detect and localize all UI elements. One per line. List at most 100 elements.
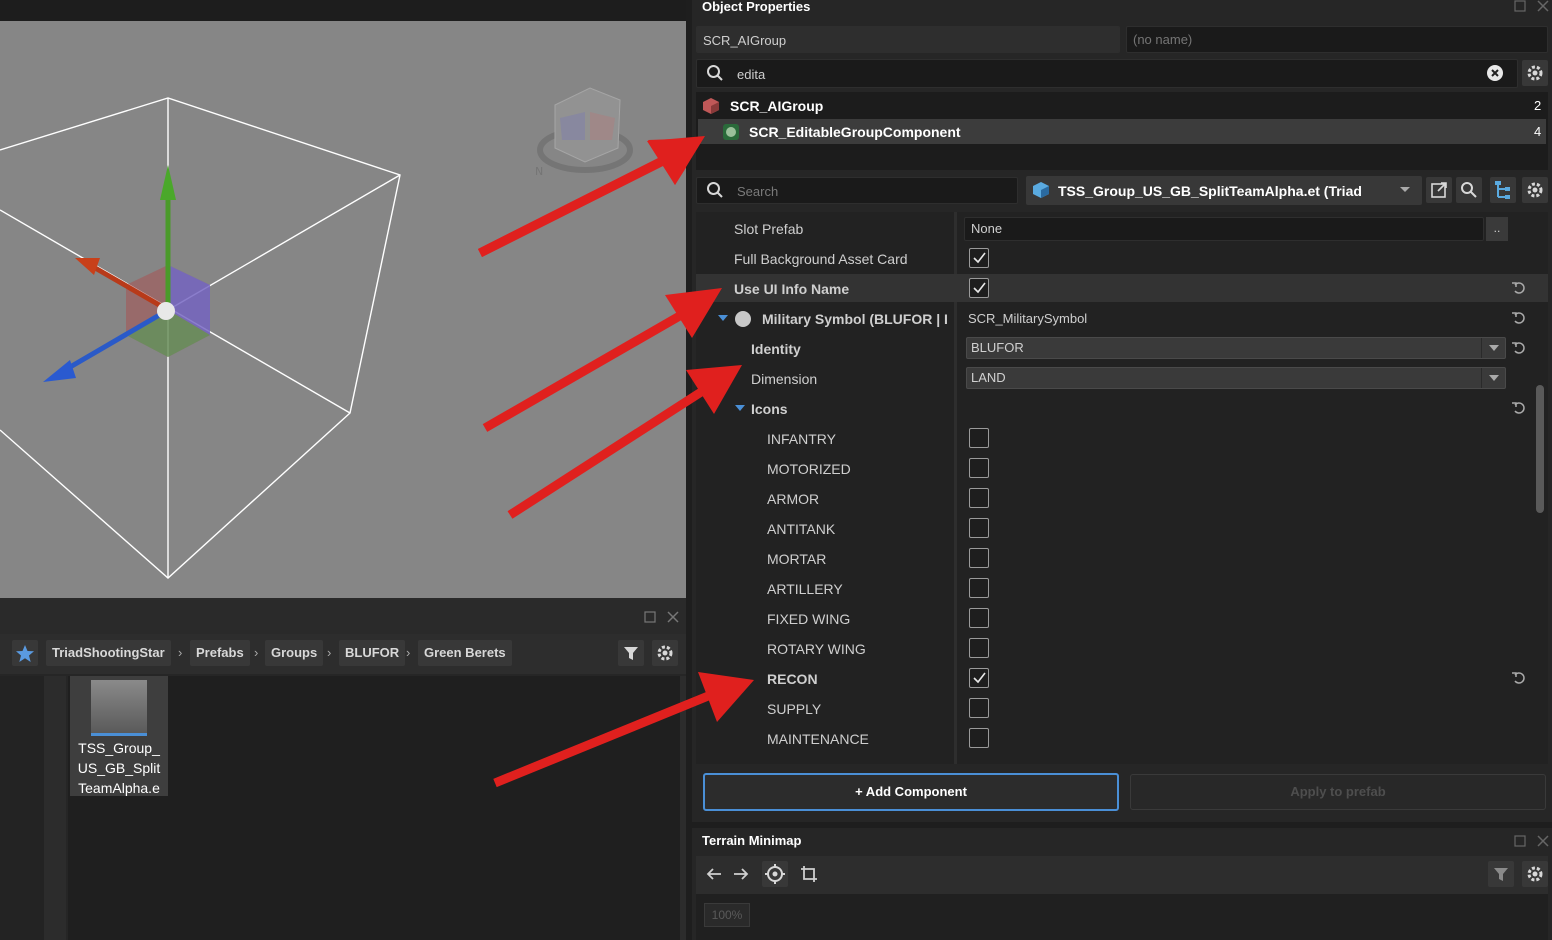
military-symbol-icon <box>735 311 751 327</box>
zoom-level: 100% <box>704 903 750 927</box>
hierarchy-row-entity[interactable]: SCR_AIGroup 2 <box>696 94 1548 118</box>
icon-flag-label: SUPPLY <box>767 701 822 717</box>
minimap-toolbar <box>696 856 1548 894</box>
icon-flag-checkbox[interactable] <box>969 458 989 478</box>
search-placeholder: Search <box>737 184 779 199</box>
clear-filter-icon[interactable] <box>1487 65 1503 81</box>
icon-flag-checkbox[interactable] <box>969 638 989 658</box>
use-ui-info-name-checkbox[interactable] <box>969 278 989 298</box>
icon-flag-label: MAINTENANCE <box>767 731 869 747</box>
breadcrumb-prefabs[interactable]: Prefabs <box>190 640 250 666</box>
minimap-title: Terrain Minimap <box>702 833 802 848</box>
breadcrumb-green-berets[interactable]: Green Berets <box>418 640 512 666</box>
folder-splitter[interactable] <box>44 676 66 940</box>
prefab-selector[interactable]: TSS_Group_US_GB_SplitTeamAlpha.et (Triad <box>1026 176 1422 205</box>
minimap-filter-button[interactable] <box>1488 861 1514 887</box>
panel-title: Object Properties <box>702 0 811 14</box>
icon-flag-checkbox[interactable] <box>969 668 989 688</box>
settings-button[interactable] <box>652 640 678 666</box>
breadcrumb-triadshootingstar[interactable]: TriadShootingStar <box>46 640 171 666</box>
center-button[interactable] <box>762 861 788 887</box>
property-label-full-background: Full Background Asset Card <box>734 251 908 267</box>
viewport-scene: N <box>0 87 686 579</box>
close-icon[interactable] <box>1537 0 1549 12</box>
terrain-minimap-panel: Terrain Minimap 100% <box>692 828 1552 940</box>
icon-flag-checkbox[interactable] <box>969 608 989 628</box>
hierarchy-row-component[interactable]: SCR_EditableGroupComponent 4 <box>698 119 1546 144</box>
entity-cube-icon <box>703 98 719 114</box>
crop-icon[interactable] <box>800 865 818 883</box>
file-name-line: US_GB_Split <box>77 760 161 776</box>
reset-icon[interactable] <box>1511 670 1527 686</box>
dimension-dropdown[interactable]: LAND <box>966 367 1506 389</box>
hierarchy-count: 4 <box>1534 124 1542 139</box>
hierarchy-view-button[interactable] <box>1490 177 1516 203</box>
folder-tree[interactable] <box>0 676 44 940</box>
dropdown-caret <box>1481 368 1505 388</box>
minimap-settings-button[interactable] <box>1522 861 1548 887</box>
filter-button[interactable] <box>618 640 644 666</box>
close-icon[interactable] <box>1537 835 1549 847</box>
icon-flag-checkbox[interactable] <box>969 578 989 598</box>
prefab-cube-icon <box>1033 182 1049 198</box>
icon-flag-checkbox[interactable] <box>969 428 989 448</box>
slot-prefab-field[interactable]: None <box>964 217 1484 241</box>
filter-value: edita <box>737 67 766 82</box>
entity-name-field[interactable] <box>1126 26 1548 53</box>
reset-icon[interactable] <box>1511 310 1527 326</box>
undock-icon[interactable] <box>1514 0 1526 12</box>
find-prefab-button[interactable] <box>1456 177 1482 203</box>
apply-to-prefab-button[interactable]: Apply to prefab <box>1130 774 1546 810</box>
property-label-military-symbol: Military Symbol (BLUFOR | I <box>762 311 948 327</box>
entity-class-field: SCR_AIGroup <box>696 26 1120 53</box>
property-label-slot-prefab: Slot Prefab <box>734 221 804 237</box>
hierarchy-label: SCR_EditableGroupComponent <box>749 124 961 140</box>
reset-icon[interactable] <box>1511 280 1527 296</box>
expand-arrow-icon[interactable] <box>718 315 728 323</box>
star-icon <box>16 645 34 662</box>
checkmark-icon <box>973 672 986 684</box>
vertical-divider <box>680 676 686 940</box>
icon-flag-checkbox[interactable] <box>969 518 989 538</box>
properties-scrollbar[interactable] <box>1536 385 1544 513</box>
reset-icon[interactable] <box>1511 400 1527 416</box>
arrow-left-icon[interactable] <box>705 866 723 882</box>
component-icon <box>723 124 739 140</box>
undock-icon[interactable] <box>1514 835 1526 847</box>
file-name-line: TSS_Group_ <box>78 740 160 756</box>
arrow-right-icon[interactable] <box>732 866 750 882</box>
icon-flag-checkbox[interactable] <box>969 488 989 508</box>
hierarchy-count: 2 <box>1534 98 1542 113</box>
properties-settings-button[interactable] <box>1522 177 1548 203</box>
file-item[interactable]: TSS_Group_ US_GB_Split TeamAlpha.e <box>70 676 168 796</box>
military-symbol-class: SCR_MilitarySymbol <box>968 311 1088 326</box>
property-label-identity: Identity <box>751 341 801 357</box>
expand-arrow-icon[interactable] <box>735 405 745 413</box>
icon-flag-checkbox[interactable] <box>969 548 989 568</box>
search-icon <box>707 65 723 81</box>
open-prefab-button[interactable] <box>1426 177 1452 203</box>
favorite-button[interactable] <box>12 640 38 666</box>
full-background-checkbox[interactable] <box>969 248 989 268</box>
close-icon[interactable] <box>667 611 679 623</box>
search-icon <box>1461 182 1477 198</box>
property-label-use-ui-info-name: Use UI Info Name <box>734 281 850 297</box>
filter-settings-button[interactable] <box>1522 60 1548 86</box>
svg-text:N: N <box>535 165 543 178</box>
chevron-down-icon <box>1489 375 1499 381</box>
icon-flag-checkbox[interactable] <box>969 698 989 718</box>
identity-dropdown[interactable]: BLUFOR <box>966 337 1506 359</box>
slot-prefab-browse-button[interactable]: .. <box>1486 217 1508 241</box>
minimap-canvas[interactable] <box>696 894 1548 940</box>
breadcrumb-blufor[interactable]: BLUFOR <box>339 640 406 666</box>
component-filter-input[interactable]: edita <box>696 59 1518 88</box>
reset-icon[interactable] <box>1511 340 1527 356</box>
breadcrumb-groups[interactable]: Groups <box>265 640 324 666</box>
icon-flag-label: ANTITANK <box>767 521 836 537</box>
3d-viewport[interactable]: N <box>0 0 686 598</box>
undock-icon[interactable] <box>644 611 656 623</box>
icon-flag-checkbox[interactable] <box>969 728 989 748</box>
breadcrumb-separator: › <box>406 645 411 660</box>
property-search-input[interactable]: Search <box>696 177 1018 204</box>
add-component-button[interactable]: + Add Component <box>703 773 1119 811</box>
